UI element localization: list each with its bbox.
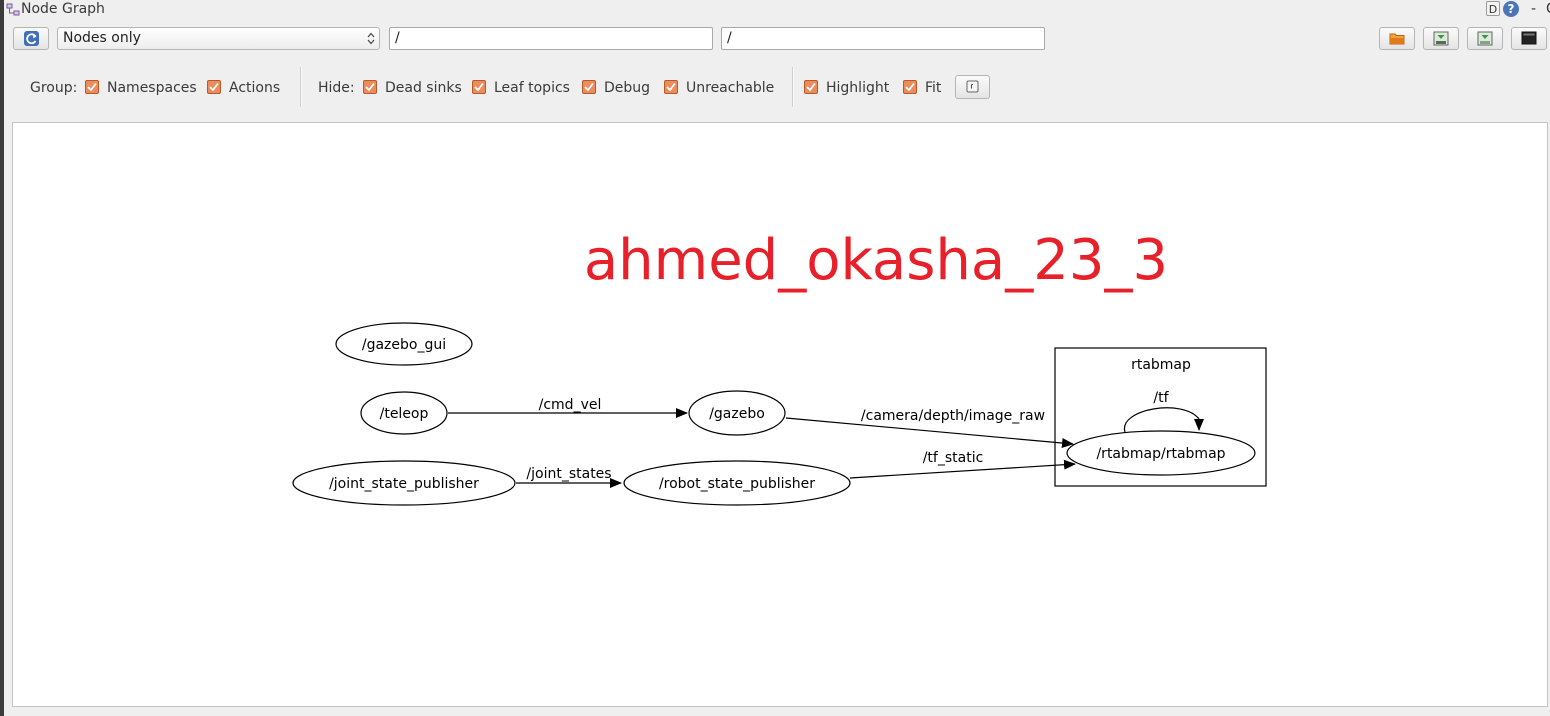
node-gazebo[interactable]: /gazebo [688,390,786,436]
unreachable-label[interactable]: Unreachable [686,79,774,97]
minimize-button[interactable]: - [1531,0,1536,18]
actions-checkbox[interactable] [207,80,221,94]
graph-mode-select[interactable]: Nodes only [57,27,380,50]
highlight-checkbox[interactable] [804,80,818,94]
namespaces-label[interactable]: Namespaces [107,79,197,97]
edge-tf-static[interactable]: /tf_static [849,450,1076,479]
refresh-button[interactable] [13,27,49,50]
save-image-button[interactable] [1467,27,1503,50]
graph-mode-value: Nodes only [63,30,141,46]
node-label-gazebo: /gazebo [709,406,765,422]
node-filter-input[interactable]: / [389,27,713,50]
edge-label-camera-depth: /camera/depth/image_raw [861,408,1045,424]
edge-label-tf: /tf [1153,390,1169,406]
leaf-topics-label[interactable]: Leaf topics [494,79,570,97]
leaf-topics-checkbox[interactable] [472,80,486,94]
rtabmap-cluster-label: rtabmap [1131,357,1191,373]
window-title: Node Graph [21,1,105,17]
edge-cmd-vel[interactable]: /cmd_vel [448,397,688,418]
fit-label[interactable]: Fit [925,79,941,97]
group-label: Group: [30,80,78,96]
close-button[interactable]: C [1546,0,1550,18]
title-bar: Node Graph D ? - C [4,0,1550,18]
fit-view-button[interactable] [955,75,990,99]
unreachable-checkbox[interactable] [664,80,678,94]
edge-joint-states[interactable]: /joint_states [516,466,622,488]
node-robot-state-publisher[interactable]: /robot_state_publisher [623,460,851,506]
save-dot-button[interactable] [1423,27,1459,50]
watermark-text: ahmed_okasha_23_3 [584,228,1168,293]
node-graph-app-icon [6,2,20,16]
options-separator [300,67,302,107]
topic-filter-input[interactable]: / [721,27,1045,50]
graph-canvas[interactable]: ahmed_okasha_23_3 rtabmap /cmd_vel /came… [12,122,1548,707]
select-arrows-icon [367,31,375,46]
window-border [0,0,4,716]
hide-label: Hide: [318,80,355,96]
edge-camera-depth-image-raw[interactable]: /camera/depth/image_raw [785,408,1074,448]
node-rtabmap-rtabmap[interactable]: /rtabmap/rtabmap [1066,430,1256,476]
edge-tf-self-loop[interactable]: /tf [1124,390,1204,433]
dock-d-button[interactable]: D [1486,1,1500,16]
edge-label-cmd-vel: /cmd_vel [539,397,602,413]
node-label-joint-state-publisher: /joint_state_publisher [329,476,479,492]
actions-label[interactable]: Actions [229,79,280,97]
fit-checkbox[interactable] [903,80,917,94]
node-label-gazebo-gui: /gazebo_gui [362,337,446,353]
options-separator [792,67,794,107]
save-svg-button[interactable] [1511,27,1547,50]
edge-label-tf-static: /tf_static [923,450,984,466]
namespaces-checkbox[interactable] [85,80,99,94]
node-teleop[interactable]: /teleop [360,391,448,435]
node-label-rtabmap: /rtabmap/rtabmap [1096,446,1225,462]
highlight-label[interactable]: Highlight [826,79,889,97]
node-label-robot-state-publisher: /robot_state_publisher [659,476,815,492]
dead-sinks-checkbox[interactable] [363,80,377,94]
dead-sinks-label[interactable]: Dead sinks [385,79,462,97]
help-icon[interactable]: ? [1503,1,1519,17]
debug-label[interactable]: Debug [604,79,650,97]
load-dot-button[interactable] [1379,27,1415,50]
node-label-teleop: /teleop [380,406,429,422]
debug-checkbox[interactable] [582,80,596,94]
node-joint-state-publisher[interactable]: /joint_state_publisher [292,460,516,506]
edge-label-joint-states: /joint_states [526,466,611,482]
node-gazebo-gui[interactable]: /gazebo_gui [335,322,473,366]
